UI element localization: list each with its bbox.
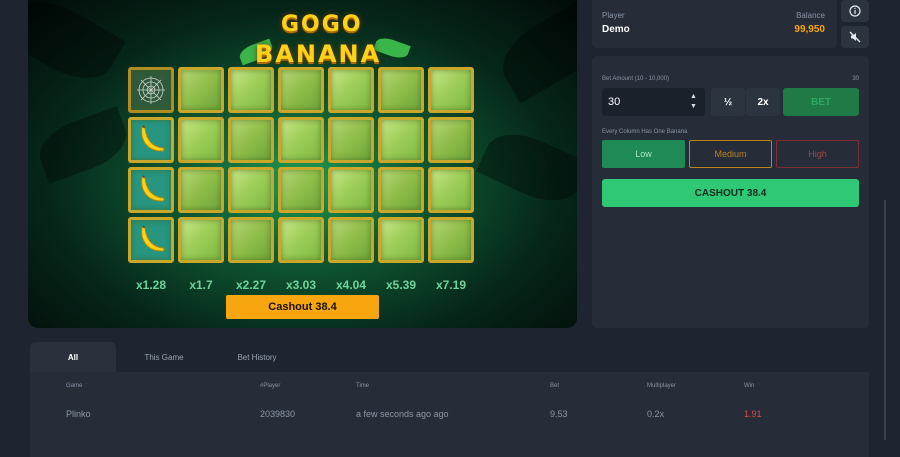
revealed-tile-banana[interactable]	[128, 167, 174, 213]
spider-web-icon	[137, 76, 165, 104]
revealed-tile-web[interactable]	[128, 67, 174, 113]
bet-amount-display: 30	[852, 76, 859, 82]
multiplier-label: x7.19	[435, 278, 467, 292]
banana-icon	[141, 175, 165, 202]
hidden-tile[interactable]	[428, 217, 474, 263]
hidden-tile[interactable]	[278, 217, 324, 263]
multiplier-label: x1.7	[189, 278, 213, 292]
bet-stepper[interactable]: ▲ ▼	[690, 92, 697, 112]
column-header-player: #Player	[260, 383, 281, 389]
hidden-tile[interactable]	[228, 167, 274, 213]
jungle-leaf	[490, 0, 577, 104]
hidden-tile[interactable]	[228, 217, 274, 263]
jungle-leaf	[32, 106, 134, 184]
game-stage: GOGO BANANA x1.28 x1.7 x2.27 x3.03 x4.04…	[28, 0, 577, 328]
hidden-tile[interactable]	[328, 67, 374, 113]
hidden-tile[interactable]	[178, 67, 224, 113]
account-panel: Player Demo Balance 99,950	[592, 0, 837, 48]
sound-off-icon	[849, 31, 861, 43]
revealed-tile-banana[interactable]	[128, 217, 174, 263]
multiplier-label: x1.28	[135, 278, 167, 292]
jungle-leaf	[476, 121, 577, 214]
column-header-win: Win	[744, 383, 755, 389]
game-cashout-button[interactable]: Cashout 38.4	[226, 295, 379, 319]
hidden-tile[interactable]	[328, 167, 374, 213]
column-header-bet: Bet	[550, 383, 560, 389]
info-icon	[849, 5, 861, 17]
page-scrollbar[interactable]	[884, 200, 886, 440]
hidden-tile[interactable]	[278, 67, 324, 113]
logo-line-2: BANANA	[255, 40, 382, 68]
player-value: Demo	[602, 24, 630, 35]
double-bet-button[interactable]: 2x	[746, 88, 780, 116]
hidden-tile[interactable]	[228, 67, 274, 113]
history-tabs: All This Game Bet History	[30, 342, 302, 372]
hidden-tile[interactable]	[378, 167, 424, 213]
banana-icon	[141, 225, 165, 252]
column-header-time: Time	[356, 383, 370, 389]
risk-low-button[interactable]: Low	[602, 140, 685, 168]
table-cell-bet: 9.53	[550, 409, 568, 419]
tab-all[interactable]: All	[30, 342, 116, 372]
hidden-tile[interactable]	[328, 117, 374, 163]
bet-amount-label: Bet Amount (10 - 10,000)	[602, 76, 670, 82]
info-button[interactable]	[841, 0, 869, 22]
multiplier-label: x3.03	[285, 278, 317, 292]
multiplier-label: x5.39	[385, 278, 417, 292]
risk-medium-button[interactable]: Medium	[689, 140, 772, 168]
tile-grid	[128, 67, 474, 263]
hidden-tile[interactable]	[278, 167, 324, 213]
jungle-leaf	[28, 0, 126, 94]
hidden-tile[interactable]	[278, 117, 324, 163]
hidden-tile[interactable]	[378, 67, 424, 113]
table-cell-game: Plinko	[66, 409, 91, 419]
player-label: Player	[602, 11, 625, 20]
history-table: Game #Player Time Bet Multiplayer Win Pl…	[30, 372, 869, 457]
column-header-multiplier: Multiplayer	[647, 383, 677, 389]
hidden-tile[interactable]	[428, 67, 474, 113]
tab-this-game[interactable]: This Game	[116, 342, 212, 372]
hidden-tile[interactable]	[428, 117, 474, 163]
hidden-tile[interactable]	[228, 117, 274, 163]
hidden-tile[interactable]	[328, 217, 374, 263]
column-header-game: Game	[66, 383, 83, 389]
bet-button[interactable]: BET	[783, 88, 859, 116]
table-cell-time: a few seconds ago ago	[356, 409, 449, 419]
sound-toggle-button[interactable]	[841, 26, 869, 48]
banana-icon	[141, 125, 165, 152]
table-cell-win: 1.91	[744, 409, 762, 419]
balance-label: Balance	[796, 11, 825, 20]
tab-bet-history[interactable]: Bet History	[212, 342, 302, 372]
table-cell-player: 2039830	[260, 409, 296, 419]
revealed-tile-banana[interactable]	[128, 117, 174, 163]
bet-panel: Bet Amount (10 - 10,000) 30 30 ▲ ▼ ½ 2x …	[592, 56, 869, 328]
hidden-tile[interactable]	[378, 217, 424, 263]
hidden-tile[interactable]	[378, 117, 424, 163]
cashout-button[interactable]: CASHOUT 38.4	[602, 179, 859, 207]
game-logo: GOGO BANANA	[233, 6, 413, 68]
logo-line-1: GOGO	[281, 12, 363, 37]
half-bet-button[interactable]: ½	[711, 88, 745, 116]
multiplier-label: x4.04	[335, 278, 367, 292]
multiplier-label: x2.27	[235, 278, 267, 292]
chevron-up-icon[interactable]: ▲	[690, 92, 697, 102]
chevron-down-icon[interactable]: ▼	[690, 102, 697, 112]
balance-value: 99,950	[794, 24, 825, 35]
risk-high-button[interactable]: High	[776, 140, 859, 168]
table-cell-multiplier: 0.2x	[647, 409, 665, 419]
hidden-tile[interactable]	[178, 117, 224, 163]
hidden-tile[interactable]	[178, 217, 224, 263]
risk-label: Every Column Has One Banana	[602, 129, 688, 135]
multiplier-row: x1.28 x1.7 x2.27 x3.03 x4.04 x5.39 x7.19	[128, 278, 474, 292]
hidden-tile[interactable]	[428, 167, 474, 213]
hidden-tile[interactable]	[178, 167, 224, 213]
